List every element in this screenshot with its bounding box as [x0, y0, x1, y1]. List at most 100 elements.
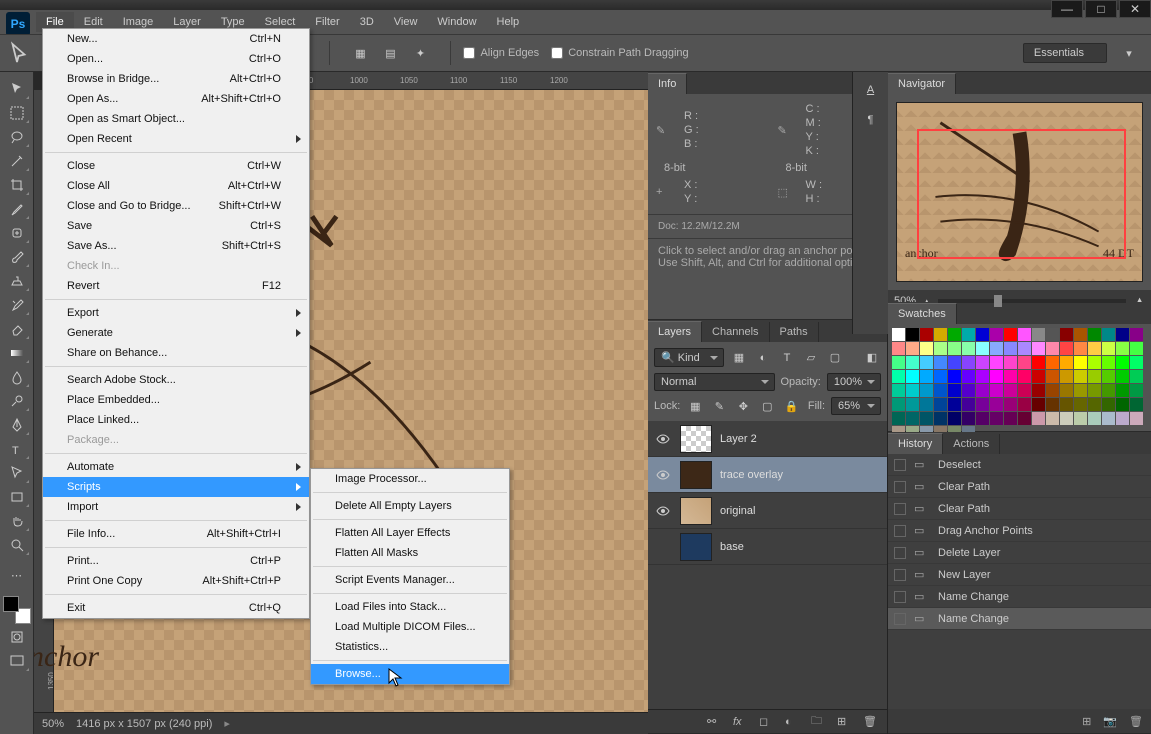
history-state[interactable]: ▭Name Change: [888, 608, 1151, 630]
tab-paths[interactable]: Paths: [770, 322, 819, 342]
visibility-toggle[interactable]: [654, 538, 672, 556]
swatch[interactable]: [1116, 356, 1129, 369]
swatch[interactable]: [1018, 398, 1031, 411]
swatch[interactable]: [934, 370, 947, 383]
brush-tool[interactable]: [4, 246, 30, 268]
swatch[interactable]: [962, 398, 975, 411]
workspace-switcher[interactable]: Essentials: [1023, 43, 1107, 63]
lock-all-icon[interactable]: 🔒: [782, 397, 800, 415]
menu-item-file-info[interactable]: File Info...Alt+Shift+Ctrl+I: [43, 524, 309, 544]
swatch[interactable]: [1074, 356, 1087, 369]
swatch[interactable]: [1046, 328, 1059, 341]
swatch[interactable]: [1004, 398, 1017, 411]
path-selection-tool[interactable]: [4, 462, 30, 484]
quick-mask[interactable]: [4, 626, 30, 648]
menu-item-flatten-all-masks[interactable]: Flatten All Masks: [311, 543, 509, 563]
history-checkbox[interactable]: [894, 591, 906, 603]
navigator-tab[interactable]: Navigator: [888, 73, 956, 94]
menu-filter[interactable]: Filter: [305, 12, 349, 32]
history-checkbox[interactable]: [894, 525, 906, 537]
menu-item-save-as[interactable]: Save As...Shift+Ctrl+S: [43, 236, 309, 256]
menu-item-close-and-go-to-bridge[interactable]: Close and Go to Bridge...Shift+Ctrl+W: [43, 196, 309, 216]
swatch[interactable]: [948, 398, 961, 411]
swatch[interactable]: [892, 398, 905, 411]
swatch[interactable]: [920, 412, 933, 425]
layer-filter-kind[interactable]: 🔍 Kind: [654, 348, 724, 367]
swatch[interactable]: [948, 384, 961, 397]
swatch[interactable]: [990, 370, 1003, 383]
menu-item-flatten-all-layer-effects[interactable]: Flatten All Layer Effects: [311, 523, 509, 543]
lasso-tool[interactable]: [4, 126, 30, 148]
status-flyout-icon[interactable]: ▸: [224, 717, 230, 730]
healing-brush-tool[interactable]: [4, 222, 30, 244]
swatch[interactable]: [976, 384, 989, 397]
close-button[interactable]: ✕: [1119, 0, 1151, 18]
menu-item-script-events-manager[interactable]: Script Events Manager...: [311, 570, 509, 590]
zoom-tool[interactable]: [4, 534, 30, 556]
filter-shape-icon[interactable]: ▱: [802, 349, 820, 367]
layer-row[interactable]: original: [648, 493, 887, 529]
menu-view[interactable]: View: [384, 12, 428, 32]
swatch[interactable]: [1060, 356, 1073, 369]
swatch[interactable]: [1032, 356, 1045, 369]
opacity-field[interactable]: 100%: [827, 373, 881, 391]
swatches-tab[interactable]: Swatches: [888, 303, 957, 324]
menu-item-print-one-copy[interactable]: Print One CopyAlt+Shift+Ctrl+P: [43, 571, 309, 591]
swatch[interactable]: [1032, 342, 1045, 355]
swatch[interactable]: [892, 342, 905, 355]
swatch[interactable]: [1088, 412, 1101, 425]
menu-item-image-processor[interactable]: Image Processor...: [311, 469, 509, 489]
history-state[interactable]: ▭Name Change: [888, 586, 1151, 608]
layer-thumbnail[interactable]: [680, 497, 712, 525]
history-state[interactable]: ▭Clear Path: [888, 498, 1151, 520]
blur-tool[interactable]: [4, 366, 30, 388]
swatch[interactable]: [990, 356, 1003, 369]
zoom-value[interactable]: 50%: [42, 718, 64, 730]
history-checkbox[interactable]: [894, 503, 906, 515]
menu-item-browse[interactable]: Browse...: [311, 664, 509, 684]
clone-stamp-tool[interactable]: [4, 270, 30, 292]
tab-layers[interactable]: Layers: [648, 321, 702, 342]
swatch[interactable]: [892, 328, 905, 341]
swatch[interactable]: [1088, 370, 1101, 383]
navigator-preview[interactable]: 44 DT anchor: [896, 102, 1143, 282]
swatch[interactable]: [976, 412, 989, 425]
swatch[interactable]: [1074, 328, 1087, 341]
info-tab[interactable]: Info: [648, 73, 687, 94]
swatch[interactable]: [1060, 398, 1073, 411]
swatch[interactable]: [1130, 370, 1143, 383]
menu-item-place-linked[interactable]: Place Linked...: [43, 410, 309, 430]
swatch[interactable]: [1130, 342, 1143, 355]
swatch[interactable]: [934, 328, 947, 341]
swatch[interactable]: [1046, 342, 1059, 355]
path-options-icon[interactable]: ✦: [408, 41, 432, 65]
layer-row[interactable]: Layer 2: [648, 421, 887, 457]
pen-tool[interactable]: [4, 414, 30, 436]
swatch[interactable]: [1018, 328, 1031, 341]
swatch[interactable]: [934, 412, 947, 425]
swatch[interactable]: [1004, 328, 1017, 341]
swatch[interactable]: [906, 342, 919, 355]
swatch[interactable]: [1102, 328, 1115, 341]
swatch[interactable]: [892, 370, 905, 383]
history-checkbox[interactable]: [894, 459, 906, 471]
swatch[interactable]: [1046, 356, 1059, 369]
swatch[interactable]: [962, 356, 975, 369]
hand-tool[interactable]: [4, 510, 30, 532]
delete-state-icon[interactable]: 🗑: [1129, 715, 1143, 728]
direct-selection-tool-icon[interactable]: [8, 41, 32, 65]
eyedropper-tool[interactable]: [4, 198, 30, 220]
layer-name[interactable]: Layer 2: [720, 433, 881, 445]
swatch[interactable]: [1102, 398, 1115, 411]
swatch[interactable]: [1032, 370, 1045, 383]
menu-item-open-recent[interactable]: Open Recent: [43, 129, 309, 149]
filter-pixel-icon[interactable]: ▦: [730, 349, 748, 367]
delete-layer-icon[interactable]: 🗑: [863, 715, 879, 728]
menu-item-search-adobe-stock[interactable]: Search Adobe Stock...: [43, 370, 309, 390]
history-state[interactable]: ▭Drag Anchor Points: [888, 520, 1151, 542]
filter-toggle[interactable]: ◧: [863, 349, 881, 367]
layer-style-icon[interactable]: fx: [733, 716, 749, 728]
swatch[interactable]: [1060, 328, 1073, 341]
swatch[interactable]: [1074, 398, 1087, 411]
snapshot-icon[interactable]: 📷: [1103, 715, 1117, 728]
